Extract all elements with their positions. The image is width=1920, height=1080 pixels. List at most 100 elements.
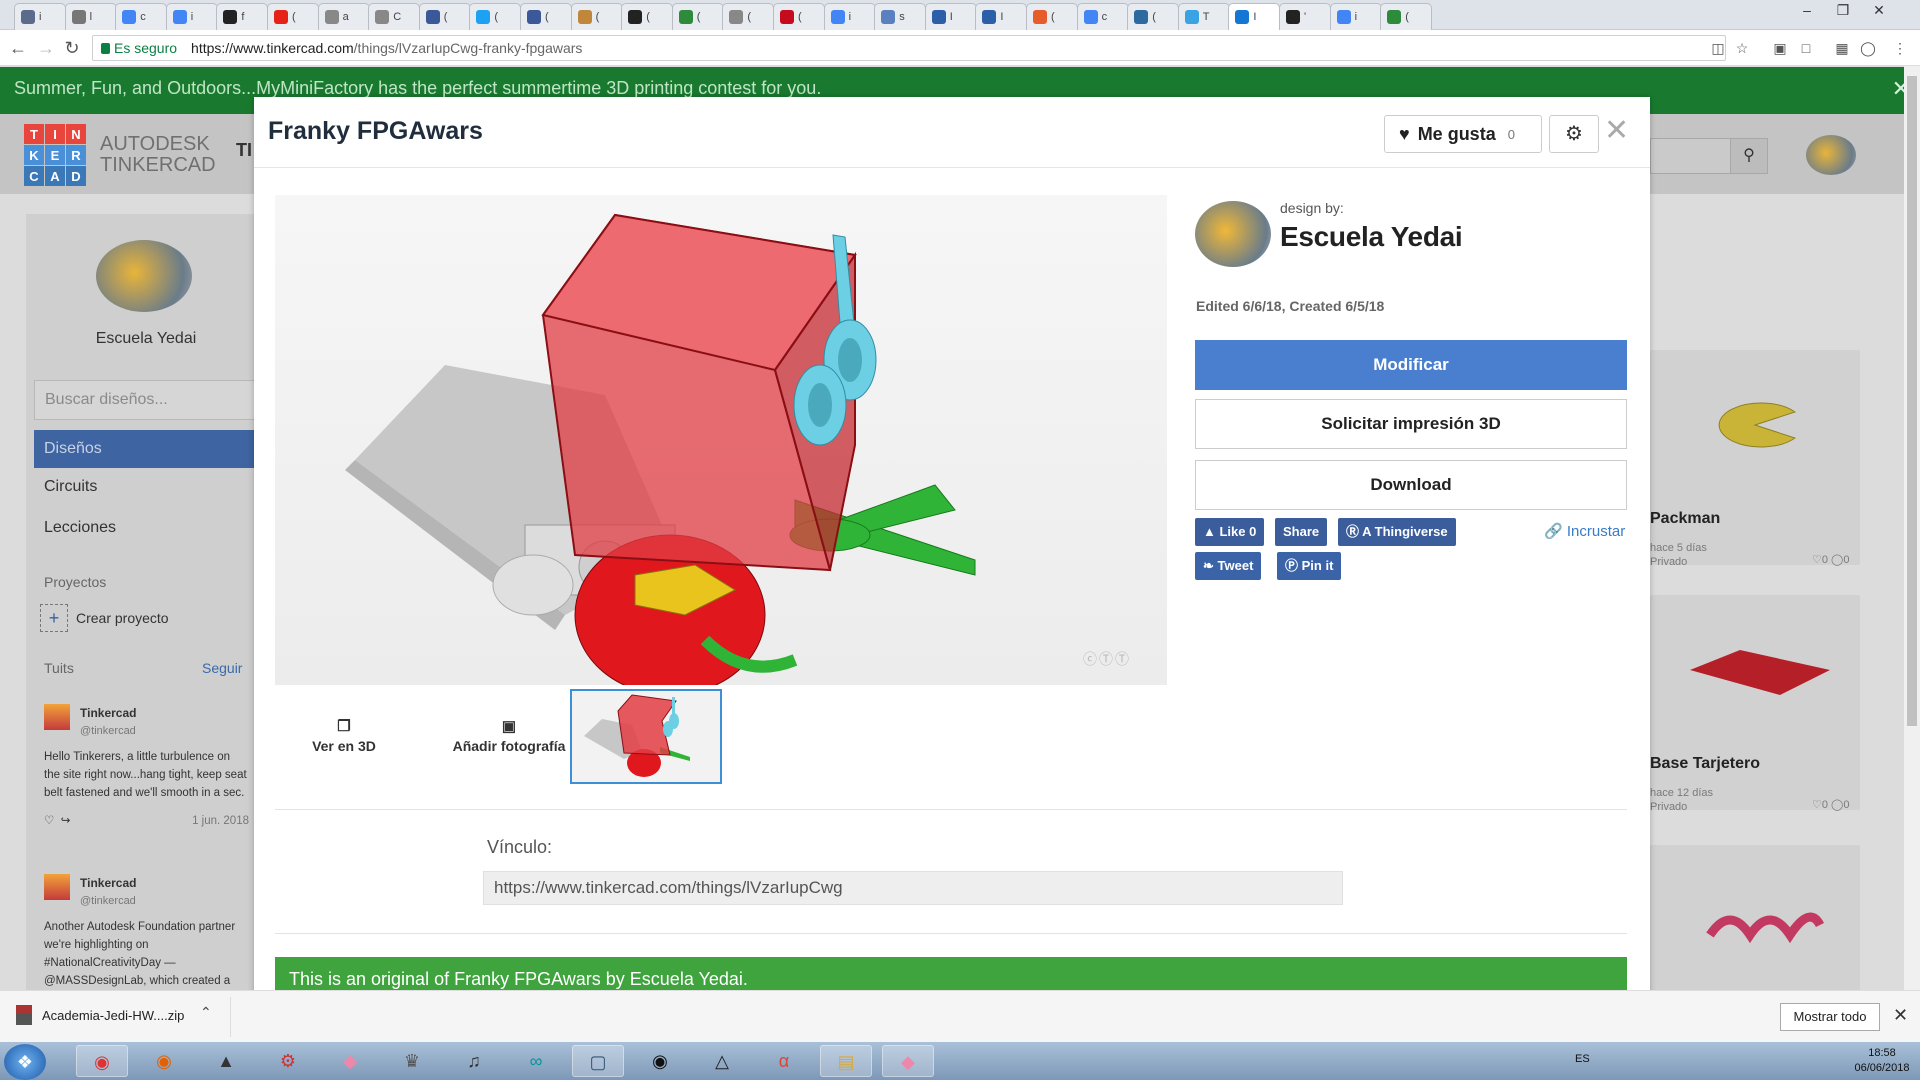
browser-tab[interactable]: I	[1228, 3, 1281, 30]
modify-button[interactable]: Modificar	[1195, 340, 1627, 390]
sidebar-user-name[interactable]: Escuela Yedai	[26, 330, 266, 348]
facebook-share-button[interactable]: Share	[1275, 518, 1328, 546]
scrollbar-thumb[interactable]	[1907, 76, 1917, 726]
settings-app-icon[interactable]: ⚙	[262, 1045, 314, 1077]
model-preview[interactable]: ⓒⓉⓉ	[275, 195, 1167, 696]
author-name[interactable]: Escuela Yedai	[1280, 221, 1463, 253]
design-card-title[interactable]: Packman	[1650, 510, 1720, 528]
search-icon[interactable]: ⚲	[1730, 138, 1768, 174]
browser-tab[interactable]: a	[317, 3, 370, 30]
search-input[interactable]: Buscar diseños...	[34, 380, 260, 420]
maximize-window-button[interactable]: ❐	[1826, 0, 1860, 20]
browser-tab[interactable]: s	[874, 3, 927, 30]
unity-icon[interactable]: △	[696, 1045, 748, 1077]
browser-tab[interactable]: I	[975, 3, 1028, 30]
browser-tab[interactable]: (	[418, 3, 471, 30]
app-icon[interactable]: ♛	[386, 1045, 438, 1077]
browser-tab[interactable]: (	[520, 3, 572, 30]
firefox-icon[interactable]: ◉	[138, 1045, 190, 1077]
browser-tab[interactable]: T	[1177, 3, 1230, 30]
browser-tab[interactable]: f	[216, 3, 269, 30]
tweet-button[interactable]: ❧ Tweet	[1195, 552, 1262, 580]
design-card[interactable]	[1650, 845, 1860, 995]
sidebar-item-disenos[interactable]: Diseños	[34, 430, 260, 468]
reload-icon[interactable]: ↻	[62, 38, 82, 58]
sidebar-item-circuits[interactable]: Circuits	[44, 478, 97, 496]
embed-link[interactable]: 🔗 Incrustar	[1544, 522, 1625, 540]
app-icon[interactable]: ◆	[882, 1045, 934, 1077]
browser-tab[interactable]: (	[722, 3, 775, 30]
secure-indicator[interactable]: Es seguro	[101, 40, 177, 56]
tweet-author[interactable]: Tinkercad	[80, 874, 136, 892]
tinkercad-logo[interactable]: TIN KER CAD	[24, 124, 86, 186]
extension-icon[interactable]: ▣	[1770, 38, 1790, 58]
design-card[interactable]: Base Tarjetero hace 12 días Privado ♡0 ◯…	[1650, 595, 1860, 813]
app-icon[interactable]: ♫	[448, 1045, 500, 1077]
design-card[interactable]: Packman hace 5 días Privado ♡0 ◯0	[1650, 350, 1860, 568]
extension-icon[interactable]: ◯	[1858, 38, 1878, 58]
minimize-window-button[interactable]: –	[1790, 0, 1824, 20]
share-link-field[interactable]: https://www.tinkercad.com/things/lVzarIu…	[483, 871, 1343, 905]
back-arrow-icon[interactable]: ←	[8, 38, 28, 58]
app-icon[interactable]: ◆	[324, 1045, 376, 1077]
app-icon[interactable]: α	[758, 1045, 810, 1077]
download-button[interactable]: Download	[1195, 460, 1627, 510]
gear-icon[interactable]: ⚙	[1549, 115, 1599, 153]
chevron-up-icon[interactable]: ⌃	[200, 1004, 212, 1021]
add-photo-button[interactable]: ▣ Añadir fotografía	[429, 717, 589, 754]
browser-tab[interactable]: '	[1279, 3, 1331, 30]
browser-tab[interactable]: l	[64, 3, 117, 30]
author-avatar[interactable]	[1195, 201, 1271, 267]
request-3d-print-button[interactable]: Solicitar impresión 3D	[1195, 399, 1627, 449]
app-icon[interactable]: ◉	[634, 1045, 686, 1077]
tweet-date[interactable]: 1 jun. 2018	[192, 812, 249, 830]
pin-it-button[interactable]: Ⓟ Pin it	[1277, 552, 1342, 580]
download-item[interactable]: Academia-Jedi-HW....zip	[16, 1005, 184, 1025]
translate-icon[interactable]: ◫	[1708, 38, 1728, 58]
close-icon[interactable]: ✕	[1893, 1005, 1908, 1026]
close-window-button[interactable]: ✕	[1862, 0, 1896, 20]
start-button[interactable]: ❖	[4, 1044, 46, 1080]
clock[interactable]: 18:58 06/06/2018	[1848, 1046, 1916, 1076]
address-bar[interactable]: Es seguro https://www.tinkercad.com/thin…	[92, 35, 1726, 61]
follow-button[interactable]: Seguir	[202, 660, 242, 676]
sidebar-item-lecciones[interactable]: Lecciones	[44, 519, 116, 537]
browser-tab[interactable]: i	[823, 3, 876, 30]
header-nav-partial[interactable]: TI	[236, 140, 252, 161]
language-indicator[interactable]: ES	[1575, 1053, 1590, 1065]
create-project-button[interactable]: + Crear proyecto	[40, 604, 169, 632]
show-all-button[interactable]: Mostrar todo	[1780, 1003, 1880, 1031]
chrome-icon[interactable]: ◉	[76, 1045, 128, 1077]
browser-tab[interactable]: (	[1380, 3, 1433, 30]
extension-icon[interactable]: ▦	[1832, 38, 1852, 58]
browser-tab[interactable]: (	[1127, 3, 1180, 30]
browser-tab[interactable]: (	[267, 3, 319, 30]
browser-tab[interactable]: C	[368, 3, 421, 30]
browser-tab[interactable]: (	[671, 3, 724, 30]
browser-tab[interactable]: (	[773, 3, 825, 30]
inkscape-icon[interactable]: ▲	[200, 1045, 252, 1077]
tweet-author[interactable]: Tinkercad	[80, 704, 136, 722]
browser-tab[interactable]: c	[1076, 3, 1129, 30]
app-icon[interactable]: ▢	[572, 1045, 624, 1077]
browser-tab[interactable]: (	[469, 3, 522, 30]
header-search-input[interactable]	[1650, 138, 1732, 174]
menu-icon[interactable]: ⋮	[1890, 38, 1910, 58]
browser-tab[interactable]: c	[115, 3, 168, 30]
arduino-icon[interactable]: ∞	[510, 1045, 562, 1077]
creative-commons-icon[interactable]: ⓒⓉⓉ	[1083, 649, 1131, 669]
browser-tab[interactable]: i	[165, 3, 218, 30]
like-button[interactable]: ♥ Me gusta 0	[1384, 115, 1542, 153]
browser-tab[interactable]: I	[924, 3, 977, 30]
extension-icon[interactable]: □	[1796, 38, 1816, 58]
browser-tab[interactable]: i	[1329, 3, 1382, 30]
browser-tab[interactable]: (	[621, 3, 674, 30]
browser-tab[interactable]: (	[1026, 3, 1078, 30]
close-icon[interactable]: ✕	[1604, 113, 1629, 149]
heart-icon[interactable]: ♡ ↪	[44, 812, 70, 830]
browser-tab[interactable]: (	[570, 3, 623, 30]
avatar[interactable]	[96, 240, 192, 312]
folder-icon[interactable]: ▤	[820, 1045, 872, 1077]
facebook-like-button[interactable]: ▲ Like 0	[1195, 518, 1265, 546]
view-3d-button[interactable]: ❐ Ver en 3D	[294, 717, 394, 754]
